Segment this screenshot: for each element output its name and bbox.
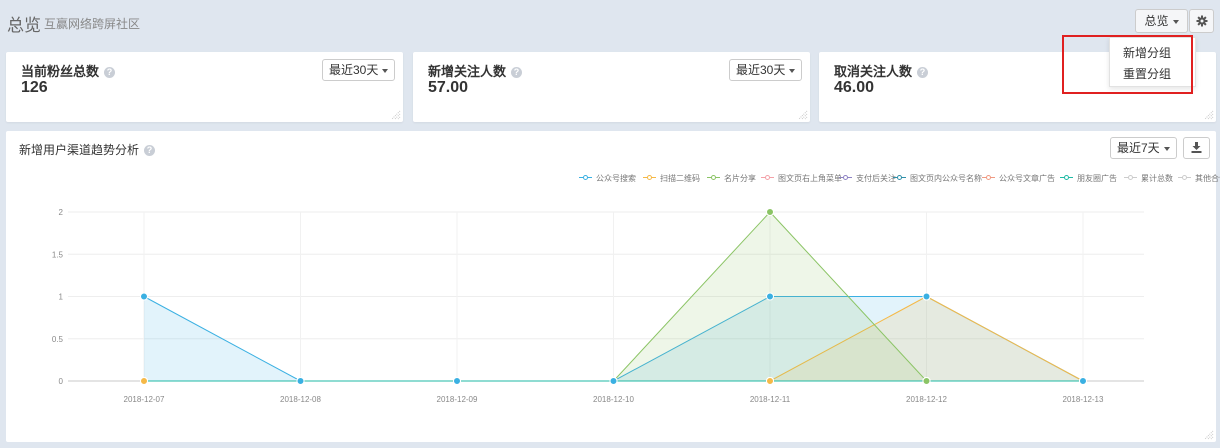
data-point [766, 292, 774, 301]
data-point [609, 377, 618, 385]
data-point [296, 377, 305, 385]
page-header: 总览 互赢网络跨屏社区 总览 [0, 0, 1220, 44]
data-point [453, 377, 461, 385]
help-icon[interactable]: ? [917, 67, 929, 78]
settings-button[interactable] [1189, 9, 1214, 33]
resize-handle-icon[interactable] [1202, 428, 1214, 440]
highlight-annotation [1062, 35, 1193, 94]
chevron-down-icon [382, 68, 389, 73]
card-label: 当前粉丝总数 [21, 64, 100, 79]
chevron-down-icon [789, 68, 796, 73]
data-point [766, 377, 774, 385]
overview-dropdown-label: 总览 [1144, 14, 1169, 28]
help-icon[interactable]: ? [104, 67, 116, 78]
card-value: 57.00 [428, 79, 469, 96]
x-tick-label: 2018-12-09 [437, 395, 478, 404]
resize-handle-icon[interactable] [389, 108, 401, 120]
y-tick-label: 0 [59, 377, 64, 386]
card-label: 取消关注人数 [834, 64, 913, 79]
range-select[interactable]: 最近30天 [729, 59, 803, 81]
y-tick-label: 0.5 [52, 335, 64, 344]
x-tick-label: 2018-12-07 [124, 395, 165, 404]
y-tick-label: 2 [59, 208, 64, 217]
card-value: 126 [21, 79, 48, 96]
page-subtitle: 互赢网络跨屏社区 [44, 17, 141, 31]
chart-area: 0 0.5 1 1.5 2 2018-12-07 2018-12-08 2018-12-09 2… [52, 208, 1144, 404]
data-point [766, 208, 774, 216]
data-point [140, 292, 148, 301]
stat-card-new-followers: 新增关注人数? 57.00 最近30天 [413, 52, 810, 122]
x-tick-label: 2018-12-08 [280, 395, 321, 404]
card-label: 新增关注人数 [428, 64, 507, 79]
x-tick-label: 2018-12-12 [906, 395, 947, 404]
card-value: 46.00 [834, 79, 875, 96]
help-icon[interactable]: ? [511, 67, 523, 78]
data-point [922, 292, 931, 301]
data-point [140, 377, 148, 385]
gear-icon [1196, 15, 1207, 27]
y-tick-label: 1.5 [52, 250, 64, 259]
y-tick-label: 1 [59, 293, 64, 302]
channel-trend-panel: 新增用户渠道趋势分析? 最近7天 公众号搜索 扫描二维码 名片分享 图文页右上角菜单支… [6, 131, 1220, 442]
x-tick-label: 2018-12-10 [593, 395, 634, 404]
overview-dropdown-button[interactable]: 总览 [1135, 9, 1188, 33]
resize-handle-icon[interactable] [796, 108, 808, 120]
page-title: 总览 [7, 16, 41, 35]
resize-handle-icon[interactable] [1202, 108, 1214, 120]
data-point [922, 377, 931, 385]
data-point [1079, 377, 1087, 385]
x-tick-label: 2018-12-13 [1063, 395, 1104, 404]
stat-card-total-fans: 当前粉丝总数? 126 最近30天 [6, 52, 403, 122]
x-tick-label: 2018-12-11 [750, 395, 791, 404]
chevron-down-icon [1172, 19, 1179, 24]
range-select[interactable]: 最近30天 [322, 59, 396, 81]
